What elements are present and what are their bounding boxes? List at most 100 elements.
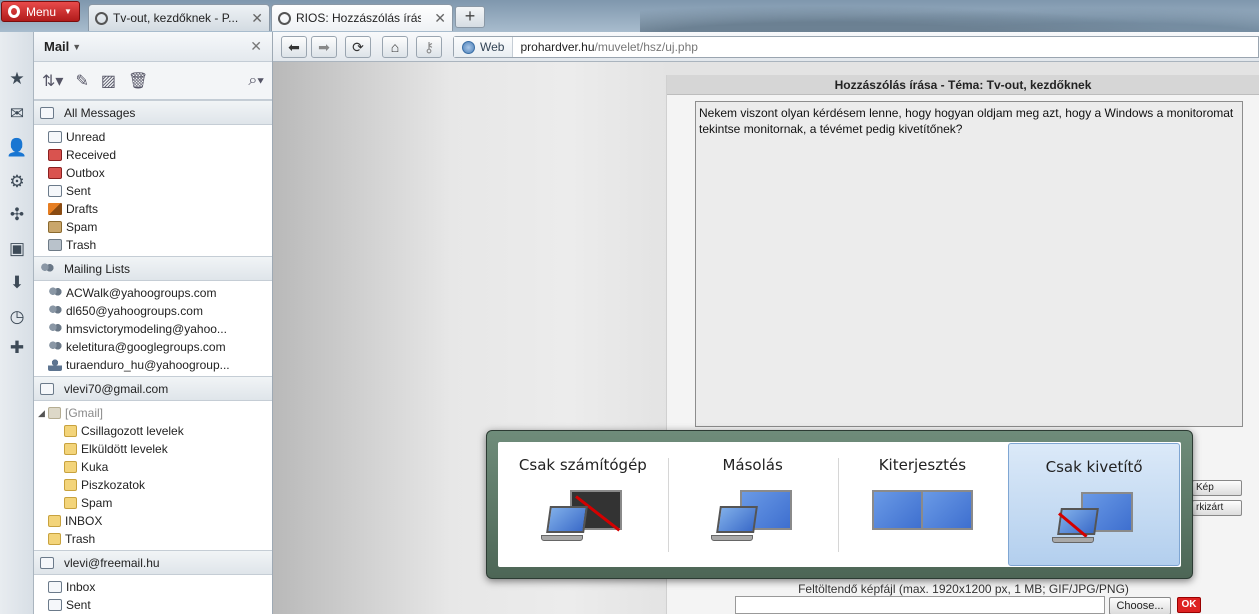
panel-rail: ★ ✉ 👤 ⚙ ✣ ▣ ⬇ ◷ ✚ xyxy=(0,32,34,614)
option-extend[interactable]: Kiterjesztés xyxy=(837,442,1008,567)
message-textarea[interactable]: Nekem viszont olyan kérdésem lenne, hogy… xyxy=(695,101,1243,427)
folder-inbox[interactable]: Inbox xyxy=(48,578,272,596)
tree-item[interactable]: Spam xyxy=(38,494,272,512)
tab-tv-out[interactable]: Tv-out, kezdőknek - P... ✕ xyxy=(88,4,270,31)
monitor-right-icon xyxy=(921,490,974,530)
folder-sent[interactable]: Sent xyxy=(48,182,272,200)
home-button[interactable]: ⌂ xyxy=(382,36,408,58)
close-tab-icon[interactable]: ✕ xyxy=(434,10,446,27)
list-label: ACWalk@yahoogroups.com xyxy=(66,286,217,300)
compose-icon[interactable]: ✎ xyxy=(75,71,88,91)
globe-icon xyxy=(462,40,475,54)
reload-button[interactable]: ⟳ xyxy=(345,36,371,58)
web-badge-label: Web xyxy=(480,40,505,54)
account-freemail-header[interactable]: vlevi@freemail.hu xyxy=(34,550,272,575)
forward-button[interactable]: ➡ xyxy=(311,36,337,58)
trash-icon xyxy=(48,239,62,251)
folder-label: Elküldött levelek xyxy=(81,442,168,456)
new-tab-button[interactable]: + xyxy=(455,6,485,28)
web-badge[interactable]: Web xyxy=(454,37,514,57)
key-icon: ⚷ xyxy=(423,39,435,55)
option-duplicate[interactable]: Másolás xyxy=(667,442,838,567)
option-projector-only[interactable]: Csak kivetítő xyxy=(1008,443,1180,566)
folder-icon xyxy=(64,497,77,509)
spam-icon[interactable]: ▨ xyxy=(101,71,116,91)
option-label: Csak kivetítő xyxy=(1045,458,1143,476)
monitor-left-icon xyxy=(872,490,925,530)
notes-icon[interactable]: ▣ xyxy=(6,238,28,260)
restricted-button[interactable]: rkizárt xyxy=(1192,500,1242,516)
chevron-down-icon[interactable]: ▼ xyxy=(72,42,81,52)
account-gmail-header[interactable]: vlevi70@gmail.com xyxy=(34,376,272,401)
close-icon[interactable]: ✕ xyxy=(250,38,262,55)
folder-trash[interactable]: Trash xyxy=(48,236,272,254)
account-label: vlevi70@gmail.com xyxy=(64,381,169,396)
drafts-icon xyxy=(48,203,62,215)
tree-item-inbox[interactable]: INBOX xyxy=(38,512,272,530)
binoculars-icon[interactable]: ⌕▾ xyxy=(248,72,264,90)
list-item[interactable]: ACWalk@yahoogroups.com xyxy=(48,284,272,302)
ok-button[interactable]: OK xyxy=(1177,597,1201,613)
tree-item[interactable]: Elküldött levelek xyxy=(38,440,272,458)
unite-icon[interactable]: ✣ xyxy=(6,204,28,226)
expand-triangle-icon[interactable]: ◢ xyxy=(38,408,48,419)
gmail-folder-tree: ◢ [Gmail] Csillagozott levelek Elküldött … xyxy=(34,401,272,548)
close-tab-icon[interactable]: ✕ xyxy=(251,10,263,27)
received-icon xyxy=(48,149,62,161)
get-mail-icon[interactable]: ⇅▾ xyxy=(42,71,63,91)
mailing-lists-label: Mailing Lists xyxy=(64,261,131,276)
folder-label: Spam xyxy=(81,496,113,510)
back-button[interactable]: ⬅ xyxy=(281,36,307,58)
trash-icon[interactable]: 🗑 xyxy=(128,71,148,91)
mailing-lists-header[interactable]: Mailing Lists xyxy=(34,256,272,281)
list-item[interactable]: dl650@yahoogroups.com xyxy=(48,302,272,320)
list-item[interactable]: turaenduro_hu@yahoogroup... xyxy=(48,356,272,374)
tree-item[interactable]: Piszkozatok xyxy=(38,476,272,494)
all-messages-label: All Messages xyxy=(64,105,136,120)
contacts-icon[interactable]: 👤 xyxy=(6,137,28,159)
file-path-input[interactable] xyxy=(735,596,1105,614)
tree-item-trash[interactable]: Trash xyxy=(38,530,272,548)
mailing-lists-icon xyxy=(40,262,54,275)
tree-item[interactable]: Kuka xyxy=(38,458,272,476)
tree-item-gmail[interactable]: ◢ [Gmail] xyxy=(38,404,272,422)
freemail-folder-list: Inbox Sent xyxy=(34,575,272,614)
folder-drafts[interactable]: Drafts xyxy=(48,200,272,218)
mail-icon[interactable]: ✉ xyxy=(6,103,28,125)
folder-icon xyxy=(64,479,77,491)
forward-icon: ➡ xyxy=(318,39,330,55)
list-item[interactable]: hmsvictorymodeling@yahoo... xyxy=(48,320,272,338)
bookmarks-icon[interactable]: ★ xyxy=(6,68,28,90)
titlebar-decoration xyxy=(640,0,1259,32)
settings-icon[interactable]: ⚙ xyxy=(6,171,28,193)
folder-sent[interactable]: Sent xyxy=(48,596,272,614)
opera-menu-button[interactable]: Menu ▼ xyxy=(1,1,80,22)
mail-panel-header: Mail ▼ ✕ xyxy=(34,32,272,62)
tree-item[interactable]: Csillagozott levelek xyxy=(38,422,272,440)
folder-outbox[interactable]: Outbox xyxy=(48,164,272,182)
option-computer-only[interactable]: Csak számítógép xyxy=(498,442,668,567)
choose-file-button[interactable]: Choose... xyxy=(1109,597,1171,614)
history-icon[interactable]: ◷ xyxy=(6,306,28,328)
option-label: Másolás xyxy=(722,456,783,474)
list-label: hmsvictorymodeling@yahoo... xyxy=(66,322,227,336)
mail-panel: Mail ▼ ✕ ⇅▾ ✎ ▨ 🗑 ⌕▾ All Messages Unread… xyxy=(34,32,273,614)
list-item[interactable]: keletitura@googlegroups.com xyxy=(48,338,272,356)
group-icon xyxy=(48,287,62,299)
add-panel-icon[interactable]: ✚ xyxy=(6,337,28,359)
folder-label: Received xyxy=(66,148,117,162)
image-button[interactable]: Kép xyxy=(1192,480,1242,496)
all-messages-header[interactable]: All Messages xyxy=(34,100,272,125)
tab-rios[interactable]: RIOS: Hozzászólás írása... ✕ xyxy=(271,4,453,31)
folder-received[interactable]: Received xyxy=(48,146,272,164)
wand-button[interactable]: ⚷ xyxy=(416,36,442,58)
url-text[interactable]: prohardver.hu/muvelet/hsz/uj.php xyxy=(513,40,697,54)
option-label: Kiterjesztés xyxy=(878,456,967,474)
folder-unread[interactable]: Unread xyxy=(48,128,272,146)
folder-spam[interactable]: Spam xyxy=(48,218,272,236)
downloads-icon[interactable]: ⬇ xyxy=(6,272,28,294)
url-field[interactable]: Web prohardver.hu/muvelet/hsz/uj.php xyxy=(453,36,1259,58)
group-icon xyxy=(48,305,62,317)
mail-panel-title[interactable]: Mail xyxy=(44,39,69,54)
projector-only-illustration xyxy=(1029,490,1159,560)
